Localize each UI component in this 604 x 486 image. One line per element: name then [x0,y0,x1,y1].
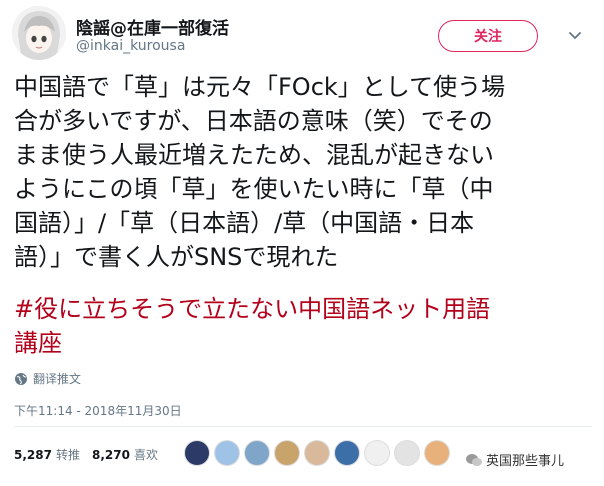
tweet-header: 陰謡@在庫一部復活 @inkai_kurousa 关注 [12,6,592,62]
liker-avatar[interactable] [184,440,210,466]
tweet-line: ようにこの頃「草」を使いたい時に「草（中 [14,175,494,203]
user-avatar[interactable] [12,6,66,60]
watermark: 英国那些事儿 [466,450,564,469]
retweets-label[interactable]: 转推 [56,448,80,462]
liker-avatar[interactable] [304,440,330,466]
divider [14,426,592,427]
liker-avatar[interactable] [274,440,300,466]
tweet-line: 中国語で「草」は元々「FOck」として使う場 [14,73,506,101]
tweet-timestamp[interactable]: 下午11:14 - 2018年11月30日 [14,402,182,419]
liker-avatar[interactable] [394,440,420,466]
liker-avatar[interactable] [364,440,390,466]
hashtag-link[interactable]: #役に立ちそうで立たない中国語ネット用語 講座 [14,292,594,360]
liker-avatar[interactable] [424,440,450,466]
tweet-line: まま使う人最近増えたため、混乱が起きない [14,141,494,169]
wechat-icon [466,453,482,466]
tweet-line: 合が多いですが、日本語の意味（笑）でその [14,107,493,135]
hashtag-line[interactable]: 講座 [14,326,594,360]
retweets-count[interactable]: 5,287 [14,448,52,462]
follow-button[interactable]: 关注 [438,20,538,52]
user-handle[interactable]: @inkai_kurousa [76,38,185,54]
tweet-line: 国語）」/「草（日本語）/草（中国語・日本 [14,209,475,237]
translate-label[interactable]: 翻译推文 [33,370,81,387]
tweet-text: 中国語で「草」は元々「FOck」として使う場 合が多いですが、日本語の意味（笑）… [14,70,594,274]
liker-avatar[interactable] [244,440,270,466]
translate-tweet-link[interactable]: 翻译推文 [14,370,81,387]
tweet-stats: 5,287 转推 8,270 喜欢 [14,446,170,463]
hashtag-line[interactable]: #役に立ちそうで立たない中国語ネット用語 [14,292,594,326]
anime-avatar-icon [12,6,66,60]
globe-icon [15,372,27,385]
liker-avatars [184,440,454,470]
likes-label[interactable]: 喜欢 [134,448,158,462]
liker-avatar[interactable] [214,440,240,466]
liker-avatar[interactable] [334,440,360,466]
display-name[interactable]: 陰謡@在庫一部復活 [76,14,229,39]
chevron-down-icon[interactable] [566,26,584,44]
likes-count[interactable]: 8,270 [92,448,130,462]
watermark-text: 英国那些事儿 [486,454,565,469]
tweet-line: 語）」で書く人がSNSで現れた [14,243,339,271]
